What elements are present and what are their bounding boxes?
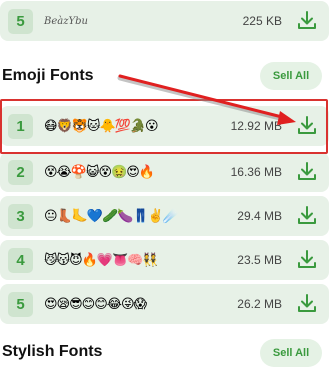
- font-number-badge: 4: [8, 248, 33, 273]
- download-icon[interactable]: [295, 9, 319, 33]
- font-preview: BeàzYbu: [44, 15, 88, 27]
- sell-all-button-stylish[interactable]: Sell All: [260, 339, 322, 367]
- font-number-badge: 5: [8, 9, 33, 34]
- font-preview: 😵😭🍄😺😵🤢😍🔥: [44, 164, 155, 179]
- font-card-top[interactable]: 5 BeàzYbu 225 KB: [0, 1, 329, 41]
- font-size-label: 23.5 MB: [237, 253, 282, 267]
- font-preview: 😐👢🦶💙🥒🍆👖✌️☄️: [44, 208, 179, 223]
- download-icon[interactable]: [295, 160, 319, 184]
- section-title-emoji: Emoji Fonts: [2, 67, 94, 84]
- emoji-font-card-5[interactable]: 5 😍😪😎😊😊😂😜😱 26.2 MB: [0, 284, 329, 324]
- font-size-label: 29.4 MB: [237, 209, 282, 223]
- highlight-box: [0, 99, 328, 154]
- sell-all-button-emoji[interactable]: Sell All: [260, 62, 322, 90]
- font-size-label: 26.2 MB: [237, 297, 282, 311]
- font-size-label: 225 KB: [242, 14, 282, 28]
- font-number-badge: 2: [8, 160, 33, 185]
- font-preview: 😼😽😈🔥💗👅🧠👯: [44, 252, 159, 267]
- download-icon[interactable]: [295, 248, 319, 272]
- font-size-label: 16.36 MB: [230, 165, 282, 179]
- font-number-badge: 5: [8, 292, 33, 317]
- download-icon[interactable]: [295, 292, 319, 316]
- font-number-badge: 3: [8, 204, 33, 229]
- section-title-stylish: Stylish Fonts: [2, 343, 103, 360]
- emoji-font-card-3[interactable]: 3 😐👢🦶💙🥒🍆👖✌️☄️ 29.4 MB: [0, 196, 329, 236]
- font-preview: 😍😪😎😊😊😂😜😱: [44, 296, 147, 311]
- download-icon[interactable]: [295, 204, 319, 228]
- emoji-font-card-4[interactable]: 4 😼😽😈🔥💗👅🧠👯 23.5 MB: [0, 240, 329, 280]
- emoji-font-card-2[interactable]: 2 😵😭🍄😺😵🤢😍🔥 16.36 MB: [0, 152, 329, 192]
